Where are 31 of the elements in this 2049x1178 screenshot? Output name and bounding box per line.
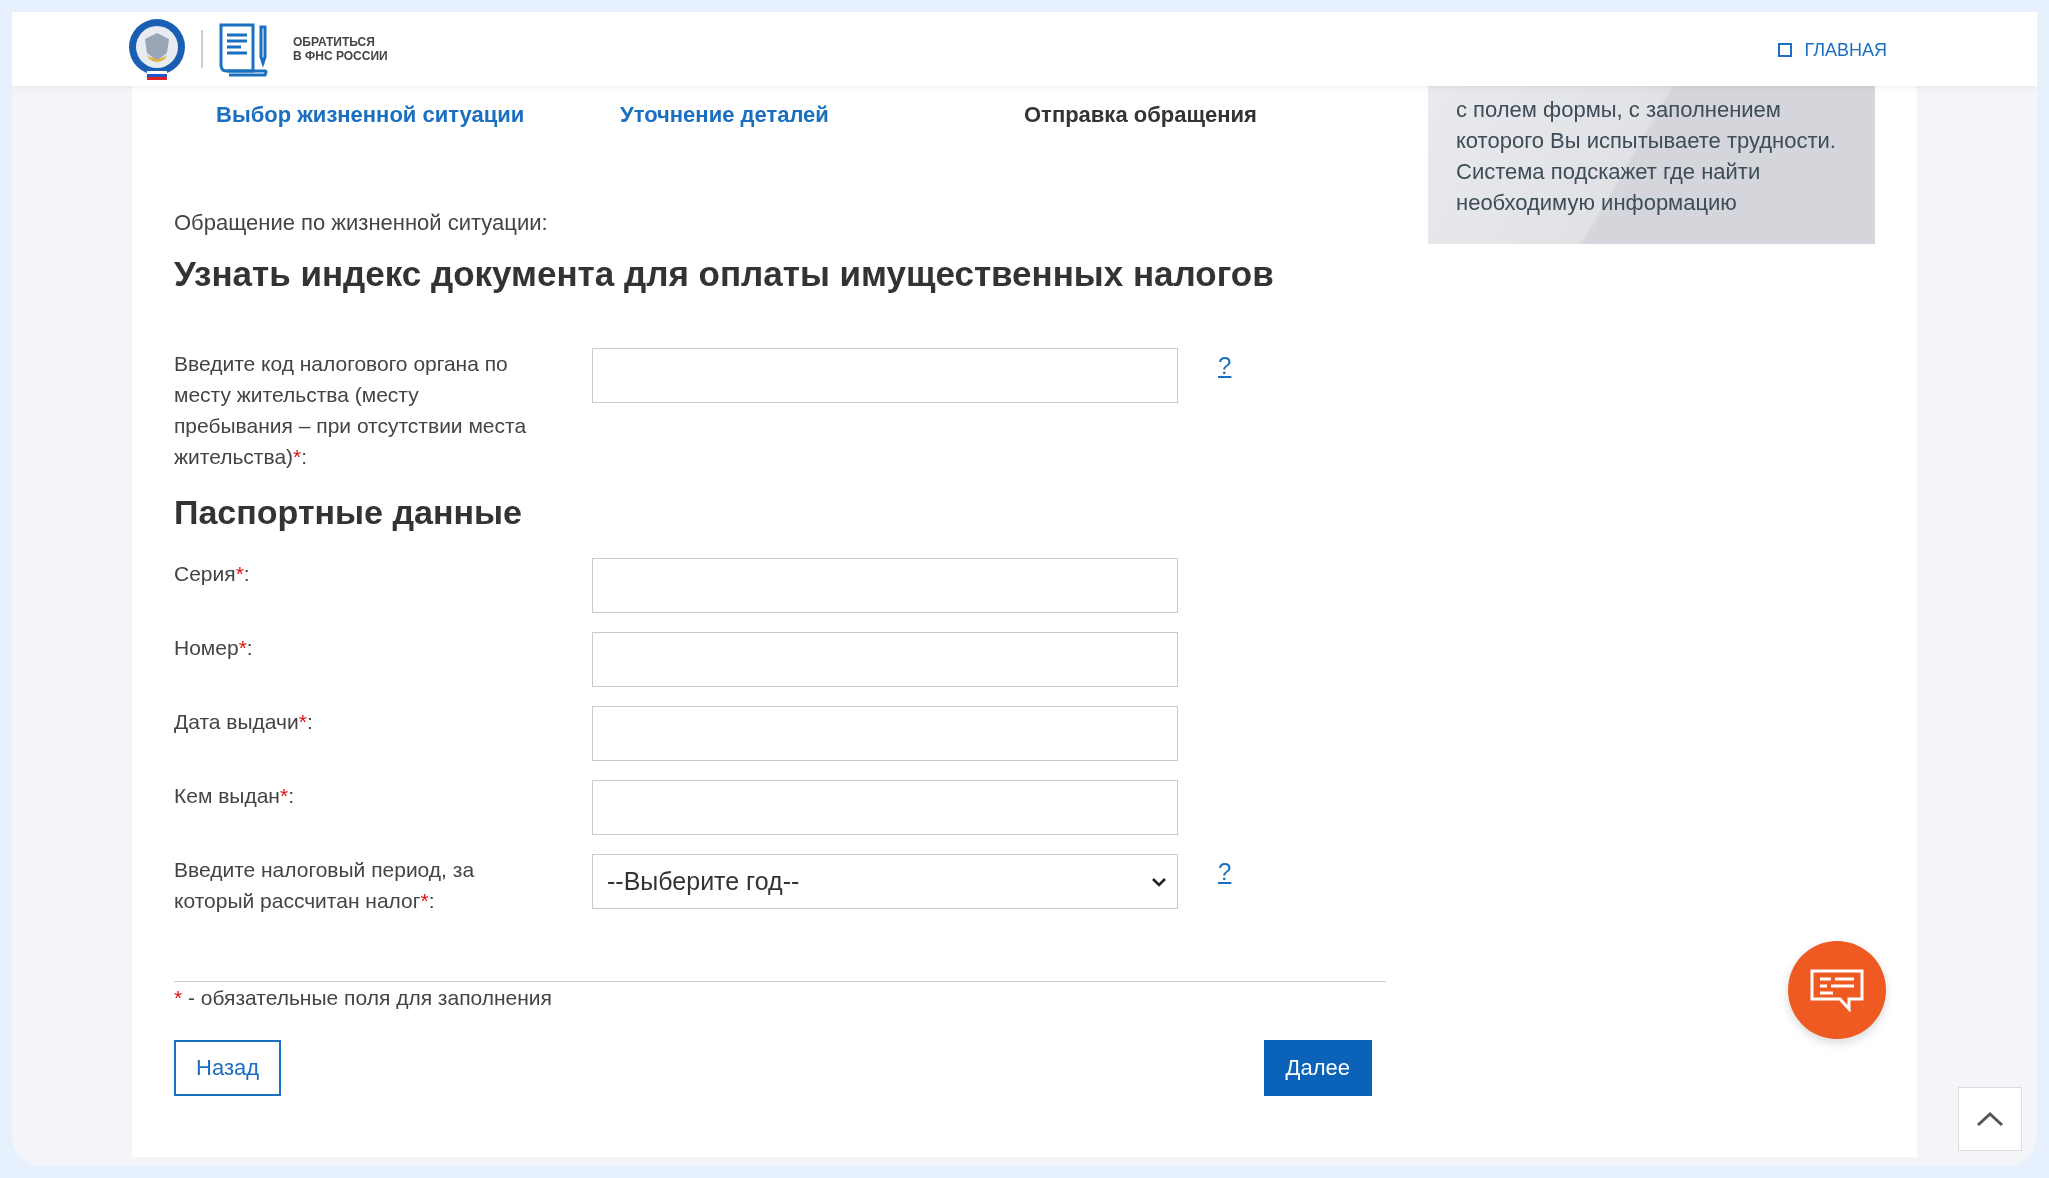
home-link[interactable]: ГЛАВНАЯ: [1778, 39, 1887, 61]
input-field[interactable]: [592, 348, 1178, 403]
hint-panel: с полем формы, с заполнением которого Вы испытываете трудности. Система подскажет где найти необходимую информацию: [1428, 86, 1875, 244]
required-note: * - обязательные поля для заполнения: [174, 986, 553, 1010]
help-link[interactable]: ?: [1218, 858, 1232, 886]
step-tab[interactable]: Выбор жизненной ситуации: [216, 102, 620, 128]
section-heading: Паспортные данные: [174, 493, 523, 532]
field-label: Номер*:: [174, 635, 254, 661]
field-label: Серия*:: [174, 561, 251, 587]
input-field[interactable]: [592, 558, 1178, 613]
input-field[interactable]: [592, 780, 1178, 835]
emblem-icon[interactable]: [127, 17, 187, 81]
form-subtitle: Обращение по жизненной ситуации:: [174, 210, 549, 236]
field-label: Введите код налогового органа по месту жительства (месту пребывания – при отсутствии места жительства)*:: [174, 351, 528, 470]
service-title[interactable]: ОБРАТИТЬСЯ В ФНС РОССИИ: [293, 35, 388, 63]
field-label: Кем выдан*:: [174, 783, 295, 809]
chevron-up-icon: [1976, 1111, 2004, 1127]
field-label: Введите налоговый период, за который рассчитан налог*:: [174, 857, 476, 914]
form-title: Узнать индекс документа для оплаты имущественных налогов: [174, 254, 1275, 294]
next-button[interactable]: Далее: [1263, 1040, 1372, 1096]
input-field[interactable]: [592, 706, 1178, 761]
field-label: Дата выдачи*:: [174, 709, 314, 735]
year-dropdown[interactable]: --Выберите год--: [592, 854, 1178, 909]
chevron-down-icon: [1151, 876, 1167, 887]
chat-icon: [1809, 968, 1865, 1012]
input-field[interactable]: [592, 632, 1178, 687]
help-link[interactable]: ?: [1218, 352, 1232, 380]
back-button[interactable]: Назад: [174, 1040, 282, 1096]
scroll-top-button[interactable]: [1958, 1087, 2022, 1151]
step-tab[interactable]: Уточнение деталей: [620, 102, 1024, 128]
step-tab[interactable]: Отправка обращения: [1024, 102, 1428, 128]
